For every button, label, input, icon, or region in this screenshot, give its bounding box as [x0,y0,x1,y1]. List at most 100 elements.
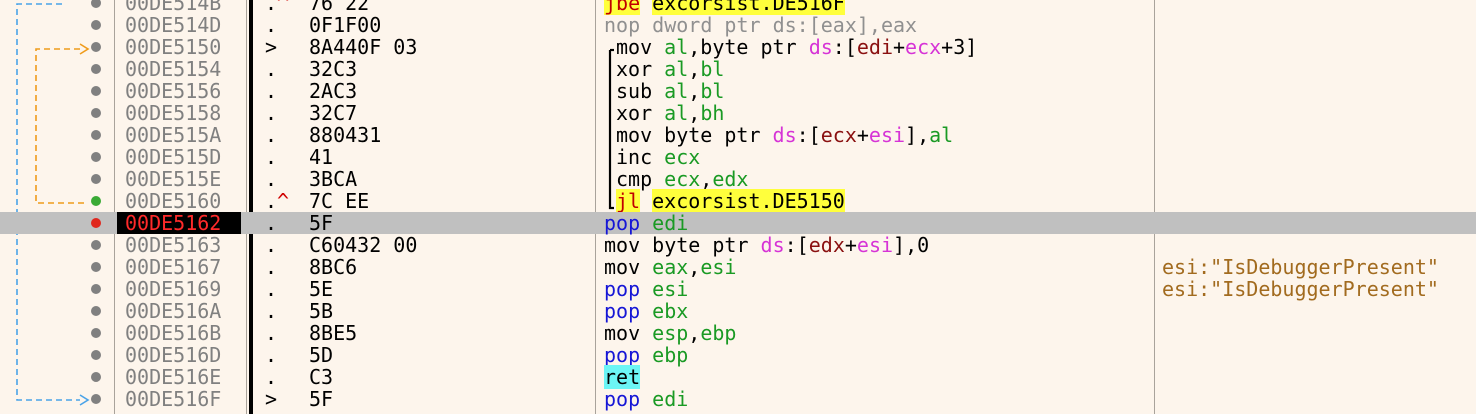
breakpoint-dot-icon[interactable] [91,108,101,118]
jump-direction-icon: ^ [277,189,290,213]
instruction-row[interactable]: 00DE516D. 5D pop ebp [0,344,1476,366]
disassembly-cell: mov byte ptr ds:[edx+esi],0 [604,234,929,256]
instruction-row[interactable]: 00DE515D. 41 inc ecx [0,146,1476,168]
asm-token: cmp [616,167,665,191]
asm-token: edi [652,387,689,411]
asm-token: :[ [832,35,857,59]
instruction-row[interactable]: 00DE514D. 0F1F00 nop dword ptr ds:[eax],ea… [0,14,1476,36]
asm-token: , [688,101,701,125]
instruction-row[interactable]: 00DE516B. 8BE5 mov esp,ebp [0,322,1476,344]
instruction-row[interactable]: 00DE5167. 8BC6 mov eax,esi esi:"IsDebuggerP… [0,256,1476,278]
disassembly-cell: pop edi [604,388,688,410]
asm-token: mov [604,321,653,345]
comment-cell: esi:"IsDebuggerPresent" [1162,255,1439,279]
breakpoint-dot-icon[interactable] [91,372,101,382]
address-cell: 00DE516F [125,387,222,411]
instruction-row[interactable]: 00DE516A. 5B pop ebx [0,300,1476,322]
flow-marker: . [265,321,278,345]
flow-marker: . [265,101,278,125]
flow-marker: > [265,387,278,411]
disassembly-cell: mov esp,ebp [604,322,736,344]
disassembly-cell: sub al,bl [616,80,724,102]
disassembly-cell: jl excorsist.DE5150 [616,189,845,213]
breakpoint-dot-icon[interactable] [91,42,101,52]
asm-token: al [664,35,689,59]
asm-token: bh [700,101,725,125]
asm-token: nop dword ptr ds:[eax],eax [604,13,918,37]
instruction-row-current[interactable]: 00DE5162. 5F pop edi [0,212,1476,234]
breakpoint-dot-icon[interactable] [91,218,101,228]
breakpoint-dot-icon[interactable] [91,284,101,294]
jump-direction-icon: ^ [277,0,290,15]
instruction-row[interactable]: 00DE514B .^ 76 22 jbe excorsist.DE516F [0,0,1476,15]
asm-token: :[ [784,233,809,257]
instruction-row[interactable]: 00DE515A. 880431 mov byte ptr ds:[ecx+esi]… [0,124,1476,146]
instruction-row[interactable]: 00DE516E. C3 ret [0,365,1476,389]
instruction-row[interactable]: 00DE5156. 2AC3 sub al,bl [0,80,1476,102]
address-cell: 00DE516A [125,299,222,323]
address-cell: 00DE516B [125,321,222,345]
breakpoint-dot-icon[interactable] [91,86,101,96]
breakpoint-dot-icon[interactable] [91,394,101,404]
breakpoint-dot-icon[interactable] [91,64,101,74]
instruction-row[interactable]: 00DE5154. 32C3 xor al,bl [0,58,1476,80]
breakpoint-dot-icon[interactable] [91,20,101,30]
breakpoint-dot-icon[interactable] [91,262,101,272]
flow-marker: .^ [265,0,289,14]
asm-token: + [856,123,869,147]
asm-token: 0 [917,233,930,257]
asm-token: ebx [652,299,689,323]
asm-token: bl [700,57,725,81]
instruction-row[interactable]: 00DE515E. 3BCA cmp ecx,edx [0,168,1476,190]
breakpoint-dot-icon[interactable] [91,350,101,360]
flow-marker: . [265,123,278,147]
opcode-bytes-cell: 7C EE [309,189,370,213]
address-cell: 00DE515E [125,167,222,191]
breakpoint-dot-icon[interactable] [91,152,101,162]
disassembly-view[interactable]: 00DE514B .^ 76 22 jbe excorsist.DE516F 00DE5… [0,0,1476,414]
instruction-row[interactable]: 00DE5169. 5E pop esi esi:"IsDebuggerPresent… [0,278,1476,300]
asm-token: al [929,123,954,147]
asm-token: :[ [796,123,821,147]
asm-token: excorsist.DE5150 [652,189,845,213]
asm-token: esi [700,255,737,279]
breakpoint-dot-icon[interactable] [91,240,101,250]
breakpoint-dot-icon[interactable] [91,0,101,8]
flow-marker: . [265,79,278,103]
flow-marker: . [265,277,278,301]
flow-marker: . [265,13,278,37]
asm-token: ds [808,35,833,59]
asm-token: mov byte ptr [616,123,773,147]
asm-token: ecx [664,167,701,191]
flow-marker: > [265,35,278,59]
asm-token: al [664,79,689,103]
breakpoint-dot-icon[interactable] [91,306,101,316]
instruction-row[interactable]: 00DE5158. 32C7 xor al,bh [0,102,1476,124]
opcode-bytes-cell: 5D [309,343,334,367]
asm-token: ] [965,35,978,59]
instruction-row[interactable]: 00DE5160 .^ 7C EE jl excorsist.DE5150 [0,189,1476,213]
asm-token: sub [616,79,665,103]
breakpoint-dot-icon[interactable] [91,130,101,140]
opcode-bytes-cell: 5F [309,211,334,235]
address-cell: 00DE5160 [125,189,222,213]
asm-token: esi [856,233,894,257]
breakpoint-dot-icon[interactable] [91,328,101,338]
disassembly-cell: xor al,bl [616,58,724,80]
asm-token: ebp [652,343,689,367]
instruction-row[interactable]: 00DE516F >5F pop edi [0,388,1476,410]
disassembly-cell: pop ebx [604,300,688,322]
flow-marker: . [265,57,278,81]
breakpoint-dot-icon[interactable] [91,174,101,184]
disassembly-cell: mov eax,esi [604,256,736,278]
asm-token: edi [856,35,893,59]
instruction-row[interactable]: 00DE5150 >8A440F 03 mov al,byte ptr ds:[ed… [0,36,1476,58]
asm-token: ,byte ptr [688,35,809,59]
asm-token: , [688,255,701,279]
instruction-row[interactable]: 00DE5163. C60432 00 mov byte ptr ds:[edx+e… [0,234,1476,256]
asm-token: pop [604,211,641,235]
breakpoint-dot-icon[interactable] [91,196,101,206]
asm-token: + [941,35,954,59]
opcode-bytes-cell: 3BCA [309,167,358,191]
opcode-bytes-cell: 880431 [309,123,382,147]
